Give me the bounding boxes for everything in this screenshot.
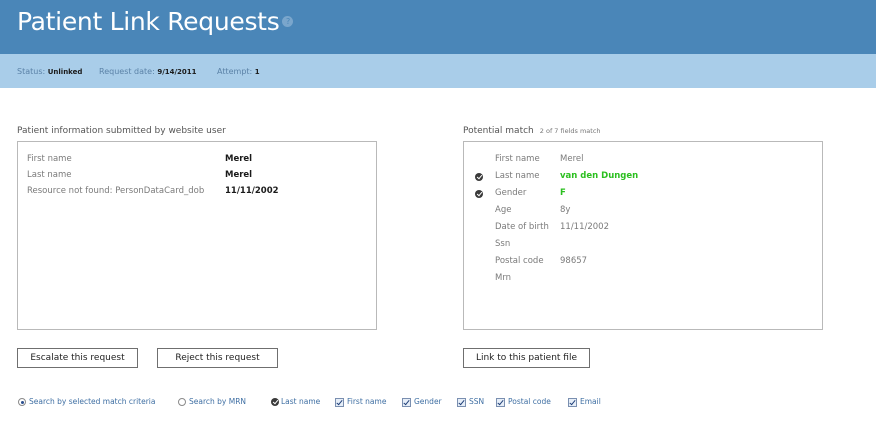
left-row-label: First name (27, 154, 72, 164)
radio-criteria-label: Search by selected match criteria (29, 397, 156, 406)
request-date-value: 9/14/2011 (157, 68, 197, 76)
criterion-email[interactable]: Email (568, 397, 601, 407)
match-row-label: First name (495, 154, 540, 164)
criterion-label: Gender (414, 397, 442, 406)
checkbox-checked-icon[interactable] (402, 397, 411, 407)
match-row-label: Mrn (495, 273, 512, 283)
criterion-gender[interactable]: Gender (402, 397, 442, 407)
attempt-label: Attempt: (217, 67, 253, 76)
match-row-value: van den Dungen (560, 171, 639, 181)
criterion-label: SSN (469, 397, 485, 406)
criterion-label: Last name (281, 397, 321, 406)
match-row-label: Last name (495, 171, 540, 181)
radio-mrn-label: Search by MRN (189, 397, 247, 406)
criterion-label: Email (580, 397, 601, 406)
attempt-field: Attempt: 1 (217, 67, 260, 76)
question-circle-icon[interactable]: ? (282, 15, 294, 27)
request-date-field: Request date: 9/14/2011 (99, 67, 197, 76)
criterion-label: Postal code (508, 397, 551, 406)
potential-match-panel: First name Merel Last name van den Dunge… (463, 141, 823, 330)
request-date-label: Request date: (99, 67, 155, 76)
left-panel-heading: Patient information submitted by website… (17, 126, 226, 136)
match-row-value: 8y (560, 205, 571, 215)
attempt-value: 1 (254, 68, 260, 76)
checkbox-checked-icon[interactable] (335, 397, 344, 407)
right-panel-heading-text: Potential match (463, 126, 534, 136)
radio-selected-icon[interactable] (18, 398, 26, 406)
page-header: Patient Link Requests? (0, 0, 876, 54)
match-row-value: 98657 (560, 256, 588, 266)
criterion-ssn[interactable]: SSN (457, 397, 484, 407)
status-value: Unlinked (47, 68, 83, 76)
submitted-info-panel: First name Merel Last name Merel Resourc… (17, 141, 377, 330)
check-circle-icon (475, 173, 483, 181)
left-row-value: Merel (225, 170, 253, 180)
match-row-label: Age (495, 205, 512, 215)
reject-request-button[interactable]: Reject this request (157, 348, 278, 368)
match-row-value: Merel (560, 154, 584, 164)
left-row-label: Resource not found: PersonDataCard_dob (27, 186, 205, 196)
left-row-label: Last name (27, 170, 72, 180)
criterion-first-name[interactable]: First name (335, 397, 386, 407)
match-row-label: Postal code (495, 256, 544, 266)
radio-search-criteria[interactable]: Search by selected match criteria (18, 397, 156, 406)
match-row-label: Date of birth (495, 222, 549, 232)
checkbox-checked-icon[interactable] (496, 397, 505, 407)
status-bar: Status: Unlinked Request date: 9/14/2011… (0, 54, 876, 88)
match-summary: 2 of 7 fields match (539, 127, 601, 135)
check-circle-icon (271, 398, 279, 406)
page-title-text: Patient Link Requests (17, 7, 280, 36)
match-row-label: Ssn (495, 239, 511, 249)
match-row-label: Gender (495, 188, 527, 198)
radio-unselected-icon[interactable] (178, 398, 186, 406)
right-panel-heading: Potential match 2 of 7 fields match (463, 126, 601, 136)
checkbox-checked-icon[interactable] (568, 397, 577, 407)
radio-search-mrn[interactable]: Search by MRN (178, 397, 246, 406)
escalate-request-button[interactable]: Escalate this request (17, 348, 138, 368)
status-field: Status: Unlinked (17, 67, 82, 76)
page-title: Patient Link Requests? (17, 7, 294, 36)
criterion-last-name: Last name (271, 397, 320, 406)
checkbox-checked-icon[interactable] (457, 397, 466, 407)
check-circle-icon (475, 190, 483, 198)
left-row-value: Merel (225, 154, 253, 164)
criterion-postal-code[interactable]: Postal code (496, 397, 551, 407)
link-patient-file-button[interactable]: Link to this patient file (463, 348, 590, 368)
left-row-value: 11/11/2002 (225, 186, 279, 196)
criterion-label: First name (347, 397, 387, 406)
match-row-value: 11/11/2002 (560, 222, 609, 232)
match-row-value: F (560, 188, 566, 198)
status-label: Status: (17, 67, 46, 76)
